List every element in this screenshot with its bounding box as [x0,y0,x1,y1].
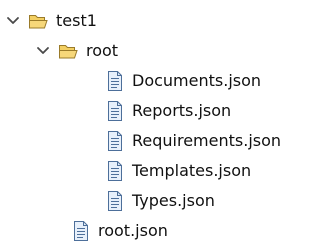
project-explorer-tree: test1 root Documents.json Reports.json R… [0,0,298,242]
tree-item-file[interactable]: Documents.json [106,68,261,94]
json-file-icon [106,160,124,182]
tree-item-test1[interactable]: test1 [6,8,97,34]
tree-item-file[interactable]: Templates.json [106,158,251,184]
tree-item-file[interactable]: Requirements.json [106,128,281,154]
tree-item-label: Documents.json [132,71,262,90]
tree-item-label: test1 [56,11,97,30]
tree-item-label: Requirements.json [132,131,282,150]
chevron-down-icon[interactable] [36,44,50,58]
json-file-icon [106,70,124,92]
tree-item-label: Reports.json [132,101,232,120]
tree-item-label: root [86,41,119,60]
chevron-down-icon[interactable] [6,14,20,28]
tree-item-root-folder[interactable]: root [36,38,118,64]
json-file-icon [72,220,90,242]
json-file-icon [106,100,124,122]
tree-item-label: Types.json [132,191,215,210]
tree-item-file[interactable]: root.json [72,218,168,244]
tree-item-file[interactable]: Types.json [106,188,215,214]
tree-item-label: Templates.json [132,161,252,180]
open-folder-icon [58,41,80,61]
tree-item-label: root.json [98,221,168,240]
json-file-icon [106,130,124,152]
json-file-icon [106,190,124,212]
open-folder-icon [28,11,50,31]
tree-item-file[interactable]: Reports.json [106,98,231,124]
